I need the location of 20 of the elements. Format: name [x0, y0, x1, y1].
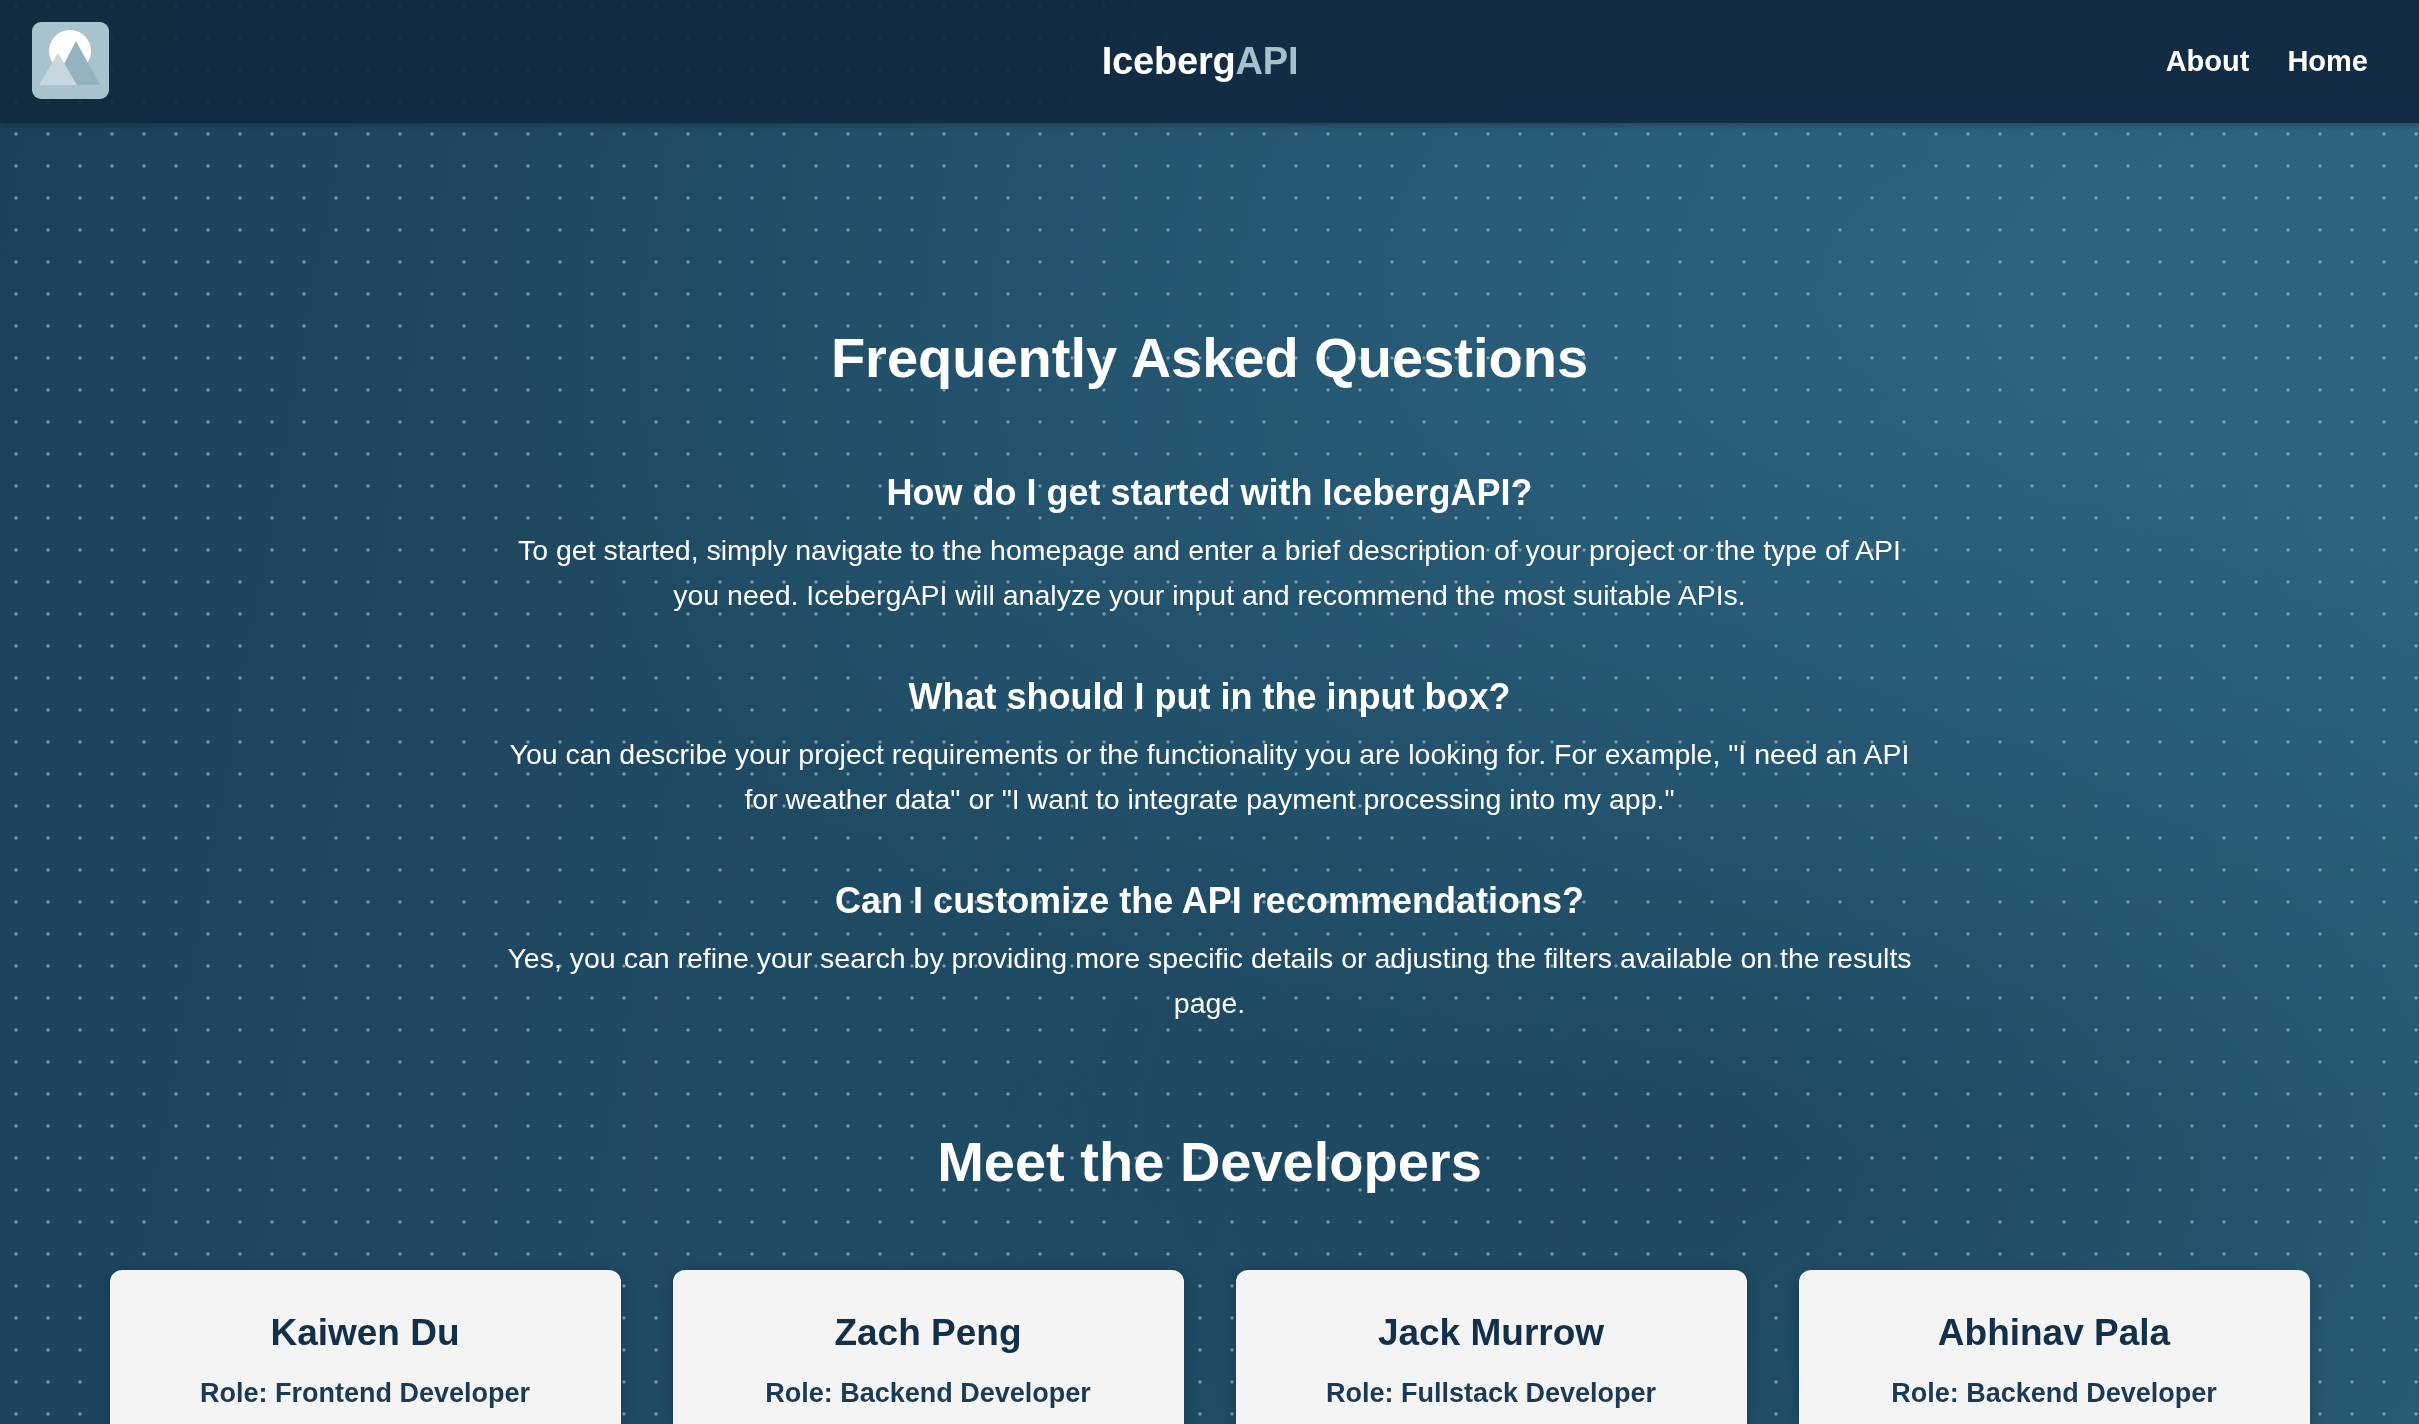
- faq-answer: You can describe your project requirements or the functionality you are looking for. For example, "I need an API for weather data" or "I want to integrate payment processing into my app.": [508, 737, 1911, 817]
- developer-name: Zach Peng: [834, 1311, 1022, 1355]
- faq-question: What should I put in the input box?: [907, 676, 1512, 717]
- developer-role: Role: Fullstack Developer: [1325, 1377, 1657, 1410]
- developer-name: Kaiwen Du: [270, 1311, 460, 1355]
- developer-role: Role: Backend Developer: [1891, 1377, 2217, 1410]
- faq-question: Can I customize the API recommendations?: [834, 880, 1585, 921]
- developer-name: Jack Murrow: [1377, 1311, 1605, 1355]
- developer-role: Role: Frontend Developer: [199, 1377, 530, 1410]
- nav-link[interactable]: Home: [2287, 42, 2368, 79]
- site-title[interactable]: IcebergAPI: [1101, 38, 1299, 83]
- faq-answer: Yes, you can refine your search by providing more specific details or adjusting the filters available on the results page.: [506, 941, 1913, 1021]
- faq-answer: To get started, simply navigate to the homepage and enter a brief description of your project or the type of API you need. IcebergAPI will analyze your input and recommend the most suitable APIs.: [516, 533, 1903, 613]
- section-heading: Frequently Asked Questions: [830, 325, 1589, 391]
- mountain-logo-icon[interactable]: [32, 22, 109, 99]
- section-heading: Meet the Developers: [937, 1129, 1482, 1195]
- faq-question: How do I get started with IcebergAPI?: [885, 472, 1534, 513]
- nav-link[interactable]: About: [2165, 42, 2250, 79]
- developer-name: Abhinav Pala: [1937, 1311, 2171, 1355]
- developer-role: Role: Backend Developer: [765, 1377, 1091, 1410]
